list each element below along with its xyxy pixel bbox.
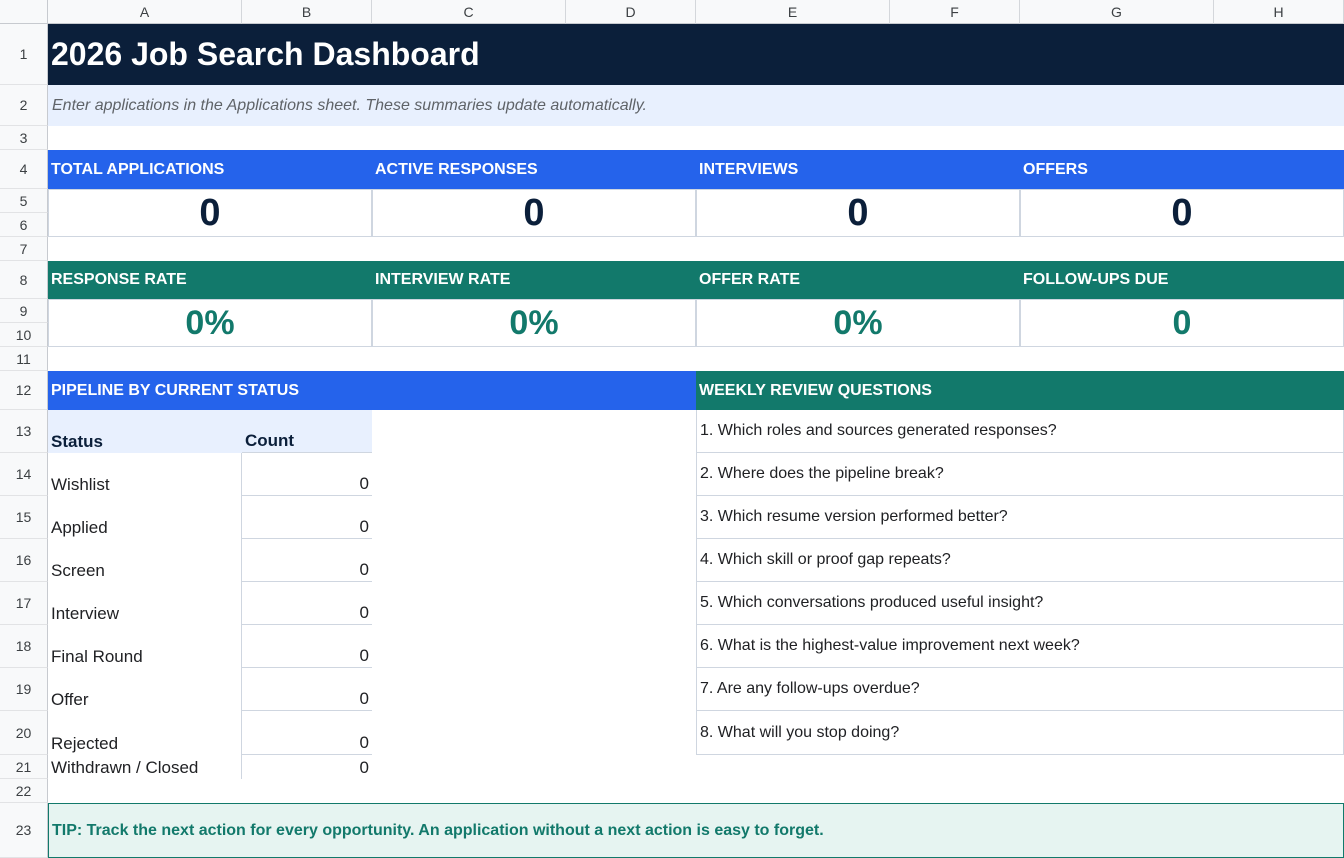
pipeline-title[interactable]: PIPELINE BY CURRENT STATUS bbox=[48, 371, 696, 410]
row-header-1[interactable]: 1 bbox=[0, 24, 48, 85]
row-header-7[interactable]: 7 bbox=[0, 237, 48, 261]
pipeline-status-header[interactable]: Status bbox=[48, 410, 242, 453]
kpi-label-offers[interactable]: OFFERS bbox=[1020, 150, 1344, 189]
row-header-19[interactable]: 19 bbox=[0, 668, 48, 711]
kpi-value-follow-ups-due[interactable]: 0 bbox=[1020, 299, 1344, 347]
kpi-value-total-applications[interactable]: 0 bbox=[48, 189, 372, 237]
kpi-label-active-responses[interactable]: ACTIVE RESPONSES bbox=[372, 150, 696, 189]
kpi-value-offer-rate[interactable]: 0% bbox=[696, 299, 1020, 347]
row-header-5[interactable]: 5 bbox=[0, 189, 48, 213]
row-header-6[interactable]: 6 bbox=[0, 213, 48, 237]
column-header-b[interactable]: B bbox=[242, 0, 372, 24]
weekly-question-7[interactable]: 7. Are any follow-ups overdue? bbox=[696, 668, 1344, 711]
kpi-label-interviews[interactable]: INTERVIEWS bbox=[696, 150, 1020, 189]
pipeline-count-applied[interactable]: 0 bbox=[242, 496, 372, 539]
row-header-14[interactable]: 14 bbox=[0, 453, 48, 496]
row-header-11[interactable]: 11 bbox=[0, 347, 48, 371]
pipeline-count-screen[interactable]: 0 bbox=[242, 539, 372, 582]
pipeline-status-rejected[interactable]: Rejected bbox=[48, 711, 242, 755]
column-header-d[interactable]: D bbox=[566, 0, 696, 24]
row-header-13[interactable]: 13 bbox=[0, 410, 48, 453]
row-header-21[interactable]: 21 bbox=[0, 755, 48, 779]
kpi-label-follow-ups-due[interactable]: FOLLOW-UPS DUE bbox=[1020, 261, 1344, 299]
pipeline-count-offer[interactable]: 0 bbox=[242, 668, 372, 711]
dashboard-subtitle[interactable]: Enter applications in the Applications s… bbox=[48, 85, 1344, 126]
weekly-question-1[interactable]: 1. Which roles and sources generated res… bbox=[696, 410, 1344, 453]
row-header-22[interactable]: 22 bbox=[0, 779, 48, 803]
weekly-question-4[interactable]: 4. Which skill or proof gap repeats? bbox=[696, 539, 1344, 582]
kpi-label-interview-rate[interactable]: INTERVIEW RATE bbox=[372, 261, 696, 299]
row-header-8[interactable]: 8 bbox=[0, 261, 48, 299]
kpi-value-interview-rate[interactable]: 0% bbox=[372, 299, 696, 347]
pipeline-count-interview[interactable]: 0 bbox=[242, 582, 372, 625]
pipeline-count-rejected[interactable]: 0 bbox=[242, 711, 372, 755]
pipeline-count-withdrawn-closed[interactable]: 0 bbox=[242, 755, 372, 779]
row-header-3[interactable]: 3 bbox=[0, 126, 48, 150]
kpi-label-total-applications[interactable]: TOTAL APPLICATIONS bbox=[48, 150, 372, 189]
kpi-label-response-rate[interactable]: RESPONSE RATE bbox=[48, 261, 372, 299]
weekly-question-5[interactable]: 5. Which conversations produced useful i… bbox=[696, 582, 1344, 625]
column-header-a[interactable]: A bbox=[48, 0, 242, 24]
weekly-question-8[interactable]: 8. What will you stop doing? bbox=[696, 711, 1344, 755]
weekly-review-title[interactable]: WEEKLY REVIEW QUESTIONS bbox=[696, 371, 1344, 410]
column-header-c[interactable]: C bbox=[372, 0, 566, 24]
tip-banner[interactable]: TIP: Track the next action for every opp… bbox=[48, 803, 1344, 858]
dashboard-title[interactable]: 2026 Job Search Dashboard bbox=[48, 24, 1344, 85]
row-header-20[interactable]: 20 bbox=[0, 711, 48, 755]
kpi-value-response-rate[interactable]: 0% bbox=[48, 299, 372, 347]
row-header-18[interactable]: 18 bbox=[0, 625, 48, 668]
weekly-question-6[interactable]: 6. What is the highest-value improvement… bbox=[696, 625, 1344, 668]
column-header-h[interactable]: H bbox=[1214, 0, 1344, 24]
pipeline-count-header[interactable]: Count bbox=[242, 410, 372, 453]
column-header-f[interactable]: F bbox=[890, 0, 1020, 24]
kpi-label-offer-rate[interactable]: OFFER RATE bbox=[696, 261, 1020, 299]
row-header-9[interactable]: 9 bbox=[0, 299, 48, 323]
kpi-value-offers[interactable]: 0 bbox=[1020, 189, 1344, 237]
column-header-e[interactable]: E bbox=[696, 0, 890, 24]
row-header-4[interactable]: 4 bbox=[0, 150, 48, 189]
pipeline-status-wishlist[interactable]: Wishlist bbox=[48, 453, 242, 496]
pipeline-count-wishlist[interactable]: 0 bbox=[242, 453, 372, 496]
row-header-2[interactable]: 2 bbox=[0, 85, 48, 126]
row-header-17[interactable]: 17 bbox=[0, 582, 48, 625]
row-header-23[interactable]: 23 bbox=[0, 803, 48, 858]
pipeline-status-offer[interactable]: Offer bbox=[48, 668, 242, 711]
kpi-value-interviews[interactable]: 0 bbox=[696, 189, 1020, 237]
row-header-15[interactable]: 15 bbox=[0, 496, 48, 539]
pipeline-count-final-round[interactable]: 0 bbox=[242, 625, 372, 668]
weekly-question-2[interactable]: 2. Where does the pipeline break? bbox=[696, 453, 1344, 496]
pipeline-status-screen[interactable]: Screen bbox=[48, 539, 242, 582]
pipeline-status-interview[interactable]: Interview bbox=[48, 582, 242, 625]
row-header-10[interactable]: 10 bbox=[0, 323, 48, 347]
pipeline-status-final-round[interactable]: Final Round bbox=[48, 625, 242, 668]
select-all-corner[interactable] bbox=[0, 0, 48, 24]
pipeline-status-withdrawn-closed[interactable]: Withdrawn / Closed bbox=[48, 755, 242, 779]
column-header-g[interactable]: G bbox=[1020, 0, 1214, 24]
row-header-16[interactable]: 16 bbox=[0, 539, 48, 582]
pipeline-status-applied[interactable]: Applied bbox=[48, 496, 242, 539]
kpi-value-active-responses[interactable]: 0 bbox=[372, 189, 696, 237]
row-header-12[interactable]: 12 bbox=[0, 371, 48, 410]
weekly-question-3[interactable]: 3. Which resume version performed better… bbox=[696, 496, 1344, 539]
